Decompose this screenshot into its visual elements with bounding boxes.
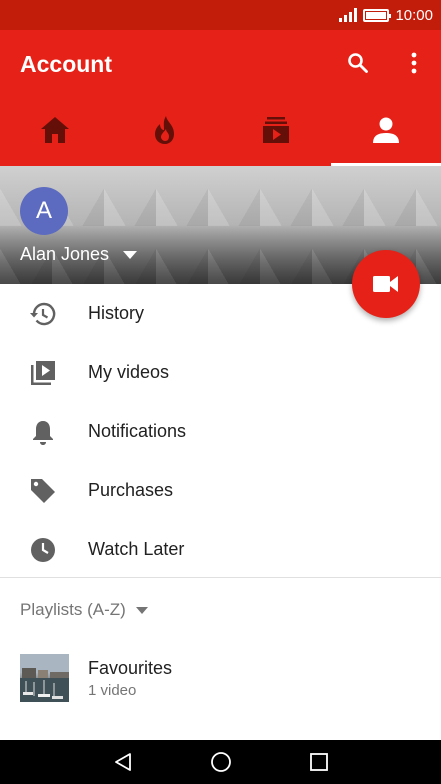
playlists-sort-dropdown[interactable]: Playlists (A-Z) bbox=[20, 600, 148, 620]
playlist-video-count: 1 video bbox=[88, 682, 137, 699]
tag-icon bbox=[30, 478, 55, 503]
more-options-button[interactable] bbox=[399, 48, 429, 78]
more-vert-icon bbox=[411, 52, 417, 74]
videocam-icon bbox=[373, 276, 398, 292]
divider bbox=[0, 577, 441, 578]
recents-button[interactable] bbox=[306, 749, 332, 775]
menu-label: Watch Later bbox=[88, 539, 185, 559]
tab-home[interactable] bbox=[0, 100, 110, 166]
home-circle-icon bbox=[210, 752, 231, 772]
tab-bar bbox=[0, 100, 441, 166]
signal-icon bbox=[339, 8, 358, 22]
subscriptions-icon bbox=[262, 117, 289, 143]
recents-icon bbox=[309, 753, 328, 771]
menu-item-watch-later[interactable]: Watch Later bbox=[0, 520, 441, 579]
home-icon bbox=[41, 117, 70, 143]
tab-subscriptions[interactable] bbox=[221, 100, 331, 166]
battery-icon bbox=[363, 8, 392, 22]
search-icon bbox=[348, 53, 368, 73]
playlist-item[interactable]: Favourites 1 video bbox=[0, 652, 441, 708]
menu-label: Notifications bbox=[88, 421, 187, 441]
bell-icon bbox=[32, 420, 53, 445]
status-bar: 10:00 bbox=[0, 0, 441, 30]
back-icon bbox=[114, 753, 131, 771]
menu-item-my-videos[interactable]: My videos bbox=[0, 343, 441, 402]
app-bar: Account bbox=[0, 30, 441, 166]
dropdown-arrow-icon bbox=[135, 606, 148, 614]
back-button[interactable] bbox=[110, 749, 136, 775]
menu-label: Purchases bbox=[88, 480, 174, 500]
menu-item-purchases[interactable]: Purchases bbox=[0, 461, 441, 520]
status-time: 10:00 bbox=[395, 6, 433, 24]
page-title: Account bbox=[20, 51, 112, 77]
clock-icon bbox=[30, 537, 55, 562]
menu-item-notifications[interactable]: Notifications bbox=[0, 402, 441, 461]
avatar[interactable]: A bbox=[20, 187, 68, 235]
account-icon bbox=[372, 117, 399, 143]
menu-label: History bbox=[88, 303, 145, 323]
history-icon bbox=[29, 302, 55, 325]
trending-icon bbox=[155, 116, 175, 144]
search-button[interactable] bbox=[343, 48, 373, 78]
account-switcher[interactable]: Alan Jones bbox=[20, 244, 138, 265]
playlist-thumbnail bbox=[20, 654, 69, 702]
account-menu: History My videos Notifications Purchase… bbox=[0, 284, 441, 579]
dropdown-arrow-icon bbox=[123, 250, 138, 259]
playlist-title: Favourites bbox=[88, 658, 173, 678]
system-nav-bar bbox=[0, 740, 441, 784]
menu-label: My videos bbox=[88, 362, 170, 382]
home-button[interactable] bbox=[208, 749, 234, 775]
tab-account[interactable] bbox=[330, 100, 441, 166]
upload-video-button[interactable] bbox=[352, 250, 420, 318]
account-name: Alan Jones bbox=[20, 244, 110, 264]
my-videos-icon bbox=[30, 360, 55, 385]
tab-trending[interactable] bbox=[110, 100, 220, 166]
playlists-header: Playlists (A-Z) bbox=[20, 600, 126, 619]
